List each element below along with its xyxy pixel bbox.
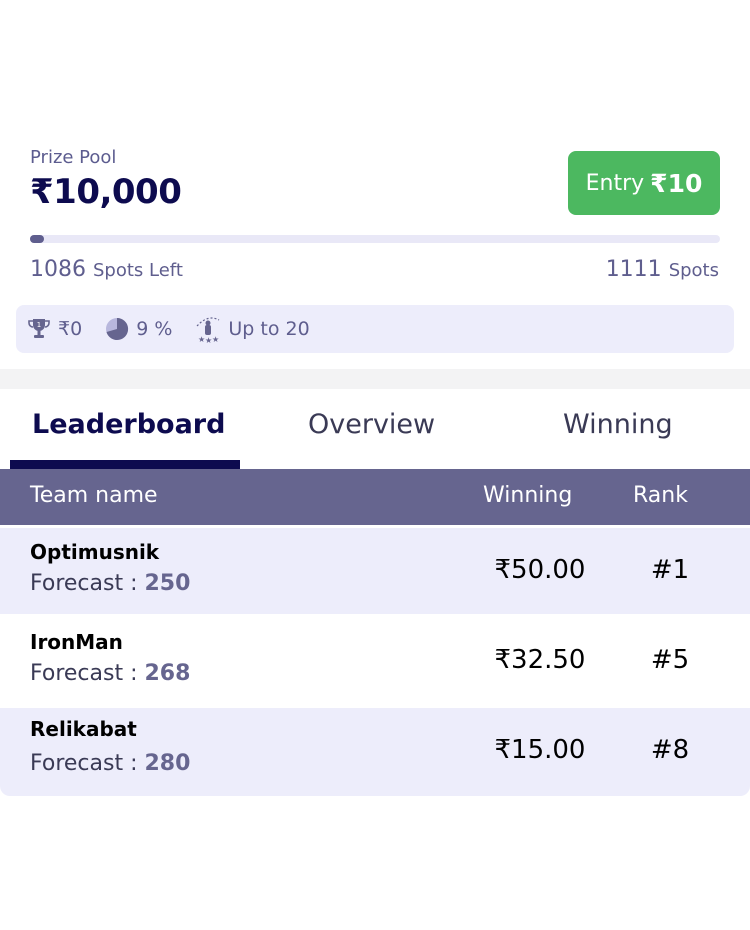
entry-label: Entry <box>585 170 645 196</box>
rank: #5 <box>650 645 690 675</box>
max-entries-info: ★ ★ ★ Up to 20 <box>194 314 310 344</box>
forecast-value: 268 <box>144 661 191 686</box>
trophy-icon: 1 <box>28 319 50 338</box>
spots-left: 1086 Spots Left <box>30 257 183 282</box>
winning-amount: ₹32.50 <box>494 645 586 675</box>
forecast: Forecast : 280 <box>30 751 190 776</box>
contest-info-bar: 1 ₹0 9 % ★ ★ ★ Up to 20 <box>16 305 734 353</box>
max-entries-value: Up to 20 <box>228 318 310 340</box>
forecast-label: Forecast : <box>30 751 145 776</box>
spots-left-label: Spots Left <box>93 260 183 281</box>
table-row[interactable]: IronMan Forecast : 268 ₹32.50 #5 <box>0 618 750 704</box>
table-row[interactable]: Relikabat Forecast : 280 ₹15.00 #8 <box>0 708 750 796</box>
pie-chart-icon <box>106 317 129 340</box>
header-rank: Rank <box>633 483 688 508</box>
winning-amount: ₹15.00 <box>494 735 586 765</box>
forecast-value: 280 <box>144 751 191 776</box>
tab-overview[interactable]: Overview <box>308 409 435 440</box>
win-percent-info: 9 % <box>104 316 172 342</box>
spots-total-count: 1111 <box>605 257 662 282</box>
table-row[interactable]: Optimusnik Forecast : 250 ₹50.00 #1 <box>0 528 750 614</box>
tab-leaderboard[interactable]: Leaderboard <box>32 409 225 440</box>
forecast: Forecast : 268 <box>30 661 190 686</box>
contest-tabs: Leaderboard Overview Winning <box>0 389 750 469</box>
prize-pool-label: Prize Pool <box>30 147 117 168</box>
winning-amount: ₹50.00 <box>494 555 586 585</box>
svg-text:★: ★ <box>212 335 219 344</box>
rank: #8 <box>650 735 690 765</box>
leaderboard-header: Team name Winning Rank <box>0 469 750 525</box>
spots-total-label: Spots <box>668 260 719 281</box>
spots-progress-bar <box>30 235 720 243</box>
team-name: Relikabat <box>30 717 137 741</box>
win-percent-value: 9 % <box>136 318 173 340</box>
entry-button[interactable]: Entry ₹10 <box>568 151 720 215</box>
forecast-value: 250 <box>144 571 191 596</box>
section-divider <box>0 369 750 389</box>
multi-entry-icon: ★ ★ ★ <box>196 317 220 344</box>
spots-progress-fill <box>30 235 44 243</box>
team-name: IronMan <box>30 630 123 654</box>
spots-left-count: 1086 <box>30 257 86 282</box>
spots-total: 1111 Spots <box>606 257 719 282</box>
forecast-label: Forecast : <box>30 571 145 596</box>
tab-winning[interactable]: Winning <box>563 409 673 440</box>
team-name: Optimusnik <box>30 540 160 564</box>
forecast-label: Forecast : <box>30 661 145 686</box>
first-prize-value: ₹0 <box>58 318 83 340</box>
first-prize-info: 1 ₹0 <box>26 316 82 342</box>
header-winning: Winning <box>483 483 573 508</box>
prize-pool-amount: ₹10,000 <box>30 172 182 212</box>
forecast: Forecast : 250 <box>30 571 190 596</box>
header-team-name: Team name <box>30 483 158 508</box>
active-tab-indicator <box>10 460 240 469</box>
entry-amount: ₹10 <box>650 168 703 198</box>
rank: #1 <box>650 555 690 585</box>
svg-text:1: 1 <box>37 321 41 329</box>
